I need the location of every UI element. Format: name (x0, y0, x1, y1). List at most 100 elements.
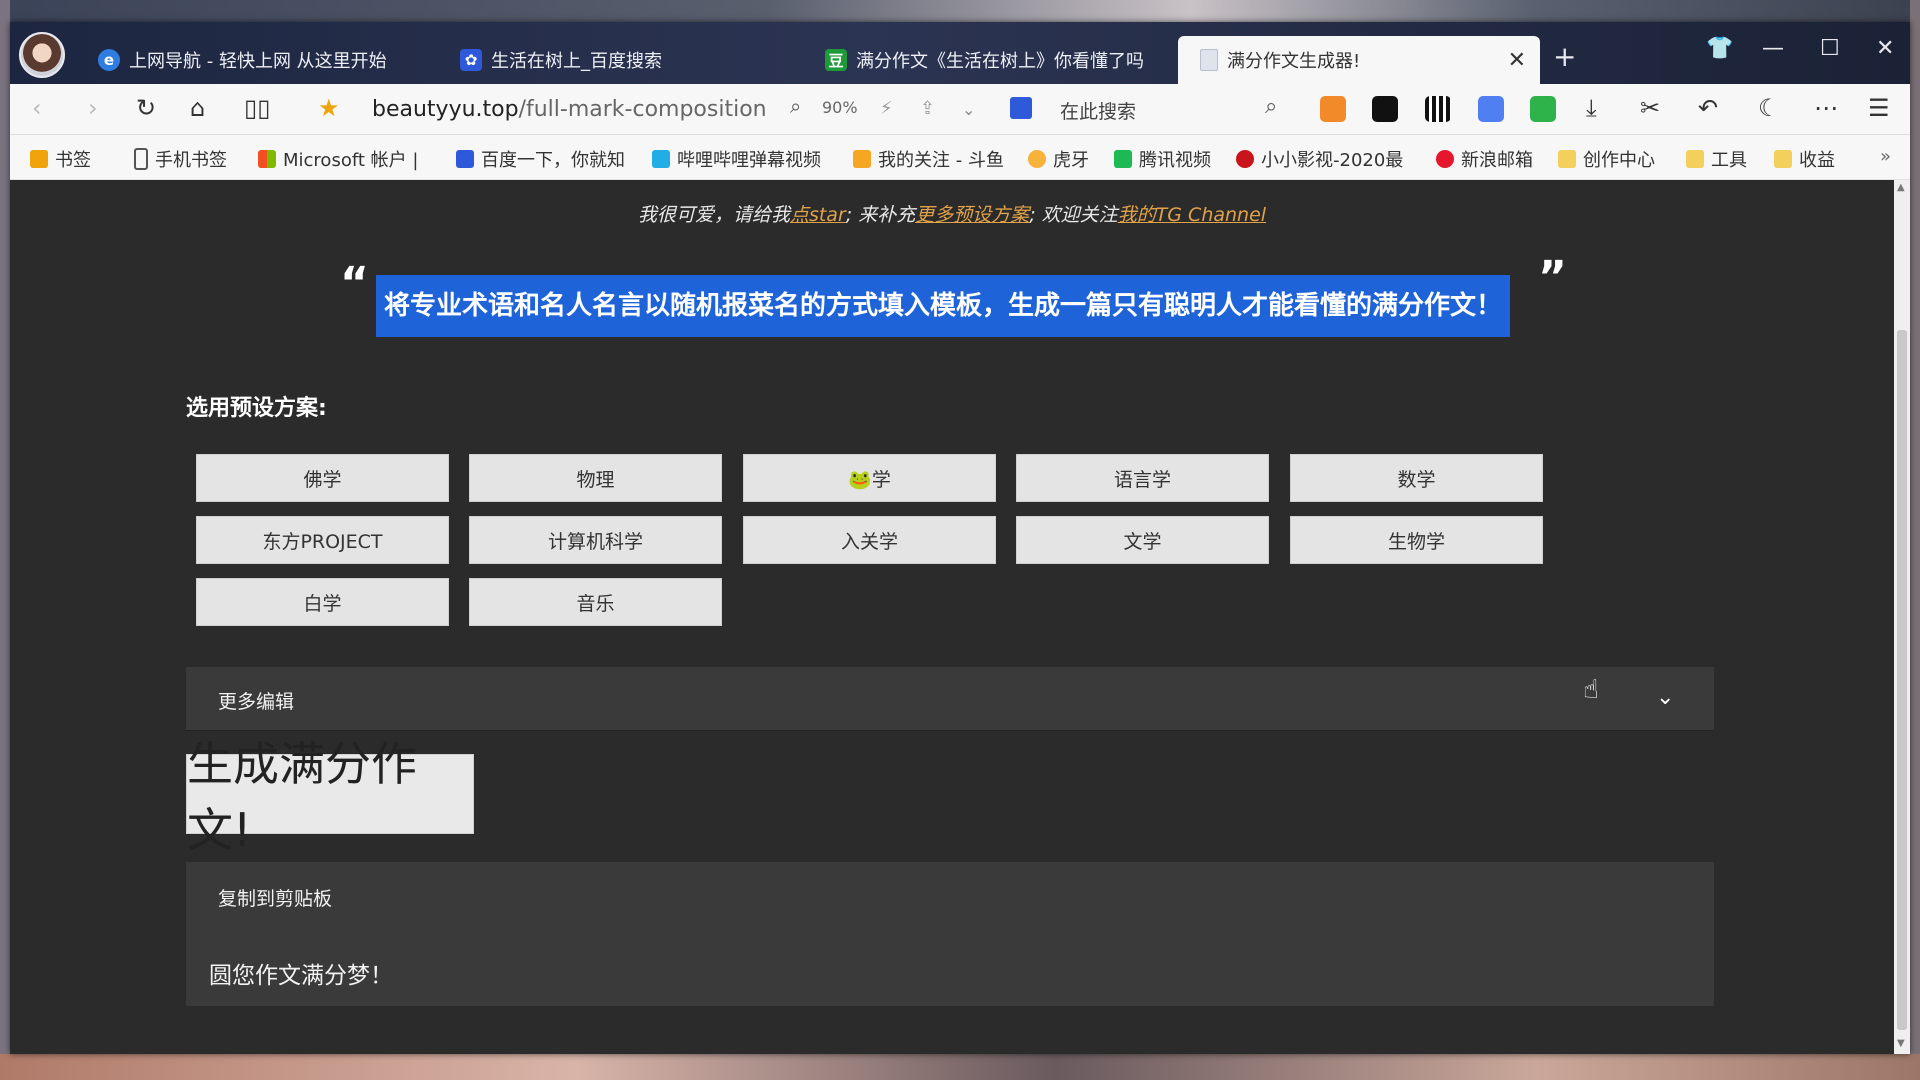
preset-biology-button[interactable]: 生物学 (1290, 516, 1543, 564)
bookmark-sina-mail[interactable]: 新浪邮箱 (1436, 146, 1533, 172)
new-tab-icon[interactable]: + (1553, 40, 1576, 73)
copy-to-clipboard-button[interactable]: 复制到剪贴板 (218, 884, 332, 911)
bookmarks-bar: 书签 手机书签 Microsoft 帐户 | 百度一下，你就知 哔哩哔哩弹幕视频… (10, 135, 1910, 180)
minimize-icon[interactable]: — (1762, 36, 1784, 61)
preset-literature-button[interactable]: 文学 (1016, 516, 1269, 564)
navigation-bar: ‹ › ↻ ⌂ ▯▯ ★ beautyyu.top/full-mark-comp… (10, 84, 1910, 135)
microsoft-icon (258, 150, 276, 168)
search-placeholder: 在此搜索 (1060, 101, 1137, 123)
zoom-level[interactable]: 90% (822, 98, 858, 117)
preset-rugan-button[interactable]: 入关学 (743, 516, 996, 564)
bookmark-microsoft[interactable]: Microsoft 帐户 | (258, 146, 418, 172)
more-edit-accordion[interactable]: 更多编辑 ⌄ (186, 667, 1714, 731)
baidu-paw-icon (456, 150, 474, 168)
preset-buddhism-button[interactable]: 佛学 (196, 454, 449, 502)
tg-channel-link[interactable]: 我的TG Channel (1118, 204, 1266, 226)
reader-mode-icon[interactable]: ▯▯ (244, 94, 270, 122)
download-icon[interactable]: ⤓ (1586, 94, 1597, 122)
bookmark-folder-tools[interactable]: 工具 (1686, 146, 1747, 172)
preset-touhou-button[interactable]: 东方PROJECT (196, 516, 449, 564)
hand-cursor-icon: ☝ (1583, 675, 1599, 705)
address-bar[interactable]: beautyyu.top/full-mark-composition-g (372, 97, 767, 122)
maximize-icon[interactable]: ☐ (1820, 36, 1840, 61)
close-window-icon[interactable]: ✕ (1876, 36, 1894, 61)
chevron-down-icon[interactable]: ⌄ (962, 100, 975, 119)
scrollbar-thumb[interactable] (1897, 330, 1907, 1030)
bookmark-baidu[interactable]: 百度一下，你就知 (456, 146, 625, 172)
new-extension-icon[interactable] (1530, 96, 1556, 122)
page-content: 我很可爱，请给我点star; 来补充更多预设方案; 欢迎关注我的TG Chann… (10, 180, 1894, 1054)
zoom-icon[interactable]: ⌕ (790, 94, 801, 118)
more-bookmarks-icon[interactable]: » (1880, 146, 1891, 167)
forward-icon[interactable]: › (88, 94, 98, 122)
bookmark-tencent-video[interactable]: 腾讯视频 (1114, 146, 1211, 172)
weibo-icon (1436, 150, 1454, 168)
tab-douban[interactable]: 豆 满分作文《生活在树上》你看懂了吗 (825, 36, 1165, 84)
play-circle-icon (1236, 150, 1254, 168)
bookmark-bilibili[interactable]: 哔哩哔哩弹幕视频 (652, 146, 821, 172)
more-options-icon[interactable]: ⋯ (1814, 94, 1838, 122)
preset-cs-button[interactable]: 计算机科学 (469, 516, 722, 564)
tab-active-generator[interactable]: 满分作文生成器! ✕ (1178, 36, 1540, 84)
generate-button[interactable]: 生成满分作文! (186, 737, 474, 857)
subtitle: 我很可爱，请给我点star; 来补充更多预设方案; 欢迎关注我的TG Chann… (637, 204, 1267, 226)
undo-icon[interactable]: ↶ (1698, 94, 1718, 122)
preset-math-button[interactable]: 数学 (1290, 454, 1543, 502)
bilibili-icon (652, 150, 670, 168)
desktop-wallpaper-right (1910, 0, 1920, 1080)
preset-physics-button[interactable]: 物理 (469, 454, 722, 502)
qr-code-icon[interactable] (1425, 96, 1451, 122)
bookmark-star[interactable]: 书签 (30, 146, 91, 172)
folder-icon (1686, 150, 1704, 168)
chevron-down-icon[interactable]: ⌄ (1656, 685, 1674, 710)
star-icon (30, 150, 48, 168)
folder-icon (1774, 150, 1792, 168)
screenshot-scissors-icon[interactable]: ✂ (1640, 94, 1660, 122)
preset-frog-button[interactable]: 🐸学 (743, 454, 996, 502)
tagline-selected: 将专业术语和名人名言以随机报菜名的方式填入模板，生成一篇只有聪明人才能看懂的满分… (376, 275, 1511, 337)
bookmark-folder-earnings[interactable]: 收益 (1774, 146, 1835, 172)
baidu-search-engine-icon[interactable] (1010, 97, 1032, 119)
desktop-wallpaper-left (0, 0, 10, 1080)
bookmark-mobile[interactable]: 手机书签 (134, 146, 227, 172)
preset-linguistics-button[interactable]: 语言学 (1016, 454, 1269, 502)
refresh-icon[interactable]: ↻ (136, 94, 156, 122)
phone-icon (134, 148, 148, 170)
preset-music-button[interactable]: 音乐 (469, 578, 722, 626)
baidu-icon: ✿ (460, 49, 482, 71)
night-mode-icon[interactable]: ☾ (1758, 94, 1780, 122)
back-icon[interactable]: ‹ (32, 94, 42, 122)
bird-extension-icon[interactable] (1478, 96, 1504, 122)
vertical-scrollbar[interactable]: ▲ ▼ (1894, 180, 1910, 1054)
user-avatar[interactable] (19, 32, 65, 78)
scroll-up-icon[interactable]: ▲ (1897, 182, 1905, 193)
tencent-video-icon (1114, 150, 1132, 168)
desktop-wallpaper-bottom (0, 1054, 1920, 1080)
panda-icon[interactable] (1372, 96, 1398, 122)
bookmark-huya[interactable]: 虎牙 (1028, 146, 1089, 172)
url-path: /full-mark-composition-g (518, 97, 767, 122)
preset-white-button[interactable]: 白学 (196, 578, 449, 626)
shirt-skin-icon[interactable]: 👕 (1706, 36, 1733, 61)
bookmark-xiaoxiao[interactable]: 小小影视-2020最 (1236, 146, 1403, 172)
home-icon[interactable]: ⌂ (190, 94, 205, 122)
tab-baidu-search[interactable]: ✿ 生活在树上_百度搜索 (460, 36, 800, 84)
close-tab-icon[interactable]: ✕ (1508, 48, 1526, 73)
share-icon[interactable]: ⇪ (920, 98, 935, 119)
bookmark-folder-creator[interactable]: 创作中心 (1558, 146, 1655, 172)
game-controller-icon[interactable] (1320, 96, 1346, 122)
star-link[interactable]: 点star (790, 204, 846, 226)
menu-icon[interactable]: ☰ (1868, 94, 1890, 122)
search-icon[interactable]: ⌕ (1265, 94, 1277, 119)
url-host: beautyyu.top (372, 97, 519, 122)
open-quote: “ (340, 258, 369, 309)
tab-label: 上网导航 - 轻快上网 从这里开始 (129, 51, 387, 72)
bookmark-douyu[interactable]: 我的关注 - 斗鱼 (853, 146, 1004, 172)
lightning-icon[interactable]: ⚡ (880, 98, 893, 119)
tab-bar: e 上网导航 - 轻快上网 从这里开始 ✿ 生活在树上_百度搜索 豆 满分作文《… (10, 22, 1910, 84)
tab-navigation[interactable]: e 上网导航 - 轻快上网 从这里开始 (98, 36, 448, 84)
favorite-star-icon[interactable]: ★ (318, 94, 340, 122)
more-presets-link[interactable]: 更多预设方案 (915, 204, 1029, 226)
search-box[interactable]: 在此搜索 ⌕ (1010, 94, 1290, 124)
scroll-down-icon[interactable]: ▼ (1897, 1038, 1905, 1049)
